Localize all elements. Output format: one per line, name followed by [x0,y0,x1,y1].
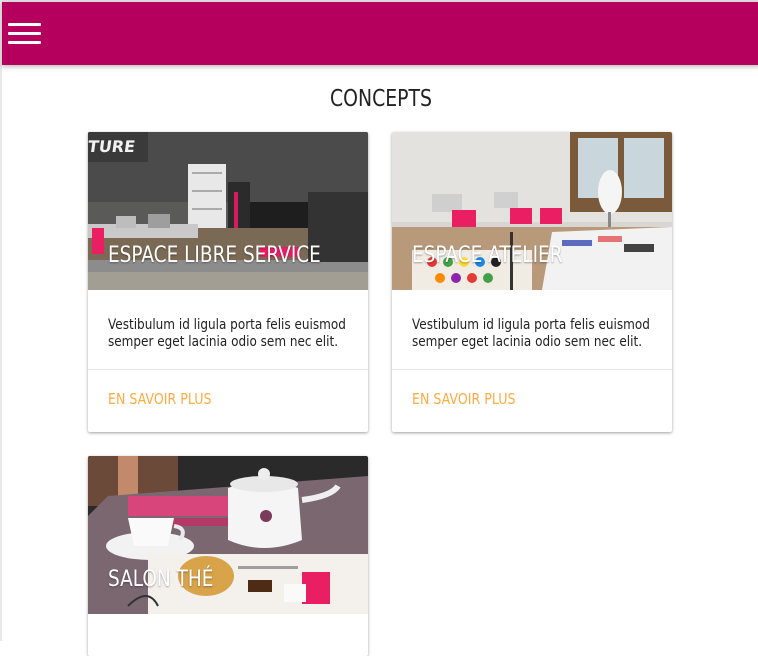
card-image-tea: SALON THÉ [88,456,368,614]
card-title: SALON THÉ [108,567,214,592]
concept-card-salon-the: SALON THÉ [88,456,368,656]
card-text: Vestibulum id ligula porta felis euismod… [88,290,368,369]
en-savoir-plus-link[interactable]: EN SAVOIR PLUS [392,369,672,432]
concept-card-libre-service: TURE ESPACE LIBRE SERVICE Vestibulum id … [88,132,368,432]
menu-line [8,23,41,26]
card-description: Vestibulum id ligula porta felis euismod… [108,317,346,350]
page: CONCEPTS TURE ESPACE LIBRE SERVICE Vesti… [0,0,758,656]
top-app-bar [2,0,758,65]
card-title: ESPACE ATELIER [412,243,563,268]
action-label: EN SAVOIR PLUS [412,390,516,408]
action-label: EN SAVOIR PLUS [108,390,212,408]
concept-card-atelier: ESPACE ATELIER Vestibulum id ligula port… [392,132,672,432]
svg-text:TURE: TURE [88,137,136,156]
menu-line [8,32,41,35]
card-image-workshop: TURE ESPACE LIBRE SERVICE [88,132,368,290]
en-savoir-plus-link[interactable]: EN SAVOIR PLUS [88,369,368,432]
section-title: CONCEPTS [329,86,433,112]
card-image-atelier: ESPACE ATELIER [392,132,672,290]
menu-line [8,41,41,44]
card-description: Vestibulum id ligula porta felis euismod… [412,317,650,350]
card-text: Vestibulum id ligula porta felis euismod… [392,290,672,369]
hamburger-menu-icon[interactable] [8,22,42,48]
card-title: ESPACE LIBRE SERVICE [108,243,321,268]
